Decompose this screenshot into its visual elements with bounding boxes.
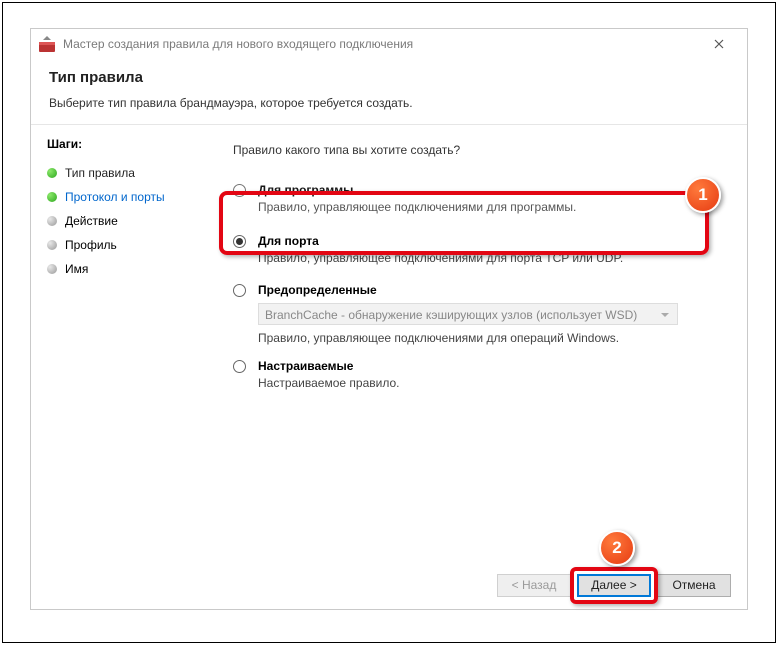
option-label: Для порта: [258, 234, 725, 248]
step-profile[interactable]: Профиль: [47, 233, 195, 257]
radio-port[interactable]: [233, 235, 246, 248]
page-subtitle: Выберите тип правила брандмауэра, которо…: [49, 96, 729, 110]
step-label: Действие: [65, 214, 118, 228]
steps-sidebar: Шаги: Тип правила Протокол и порты Дейст…: [31, 125, 211, 584]
option-custom[interactable]: Настраиваемые Настраиваемое правило.: [233, 355, 725, 400]
option-desc: Правило, управляющее подключениями для п…: [258, 251, 725, 265]
step-protocol-ports[interactable]: Протокол и порты: [47, 185, 195, 209]
firewall-icon: [39, 36, 55, 52]
annotation-badge-2: 2: [599, 530, 635, 566]
wizard-window: Мастер создания правила для нового входя…: [30, 28, 748, 610]
step-label[interactable]: Протокол и порты: [65, 190, 165, 204]
window-title: Мастер создания правила для нового входя…: [63, 37, 699, 51]
predefined-dropdown: BranchCache - обнаружение кэширующих узл…: [258, 303, 678, 325]
steps-heading: Шаги:: [47, 137, 195, 151]
step-rule-type[interactable]: Тип правила: [47, 161, 195, 185]
option-label: Настраиваемые: [258, 359, 725, 373]
bullet-icon: [47, 192, 57, 202]
option-port[interactable]: Для порта Правило, управляющее подключен…: [233, 224, 725, 279]
step-label: Имя: [65, 262, 88, 276]
option-program[interactable]: Для программы Правило, управляющее подкл…: [233, 179, 725, 224]
option-predefined[interactable]: Предопределенные BranchCache - обнаружен…: [233, 279, 725, 355]
radio-program[interactable]: [233, 184, 246, 197]
bullet-icon: [47, 216, 57, 226]
next-button[interactable]: Далее >: [577, 574, 651, 597]
bullet-icon: [47, 168, 57, 178]
option-label: Предопределенные: [258, 283, 725, 297]
step-action[interactable]: Действие: [47, 209, 195, 233]
option-desc: Настраиваемое правило.: [258, 376, 725, 390]
step-name[interactable]: Имя: [47, 257, 195, 281]
prompt-text: Правило какого типа вы хотите создать?: [233, 143, 725, 157]
footer: < Назад Далее > 2 Отмена: [31, 561, 747, 609]
page-title: Тип правила: [49, 69, 729, 86]
option-desc: Правило, управляющее подключениями для п…: [258, 200, 725, 214]
header: Тип правила Выберите тип правила брандма…: [31, 59, 747, 124]
option-desc: Правило, управляющее подключениями для о…: [258, 331, 725, 345]
back-button: < Назад: [497, 574, 571, 597]
option-label: Для программы: [258, 183, 725, 197]
content-area: Правило какого типа вы хотите создать? Д…: [211, 125, 747, 584]
close-button[interactable]: [699, 30, 739, 58]
close-icon: [714, 39, 724, 49]
titlebar: Мастер создания правила для нового входя…: [31, 29, 747, 59]
bullet-icon: [47, 264, 57, 274]
cancel-button[interactable]: Отмена: [657, 574, 731, 597]
step-label: Профиль: [65, 238, 117, 252]
radio-predefined[interactable]: [233, 284, 246, 297]
radio-custom[interactable]: [233, 360, 246, 373]
bullet-icon: [47, 240, 57, 250]
step-label: Тип правила: [65, 166, 135, 180]
